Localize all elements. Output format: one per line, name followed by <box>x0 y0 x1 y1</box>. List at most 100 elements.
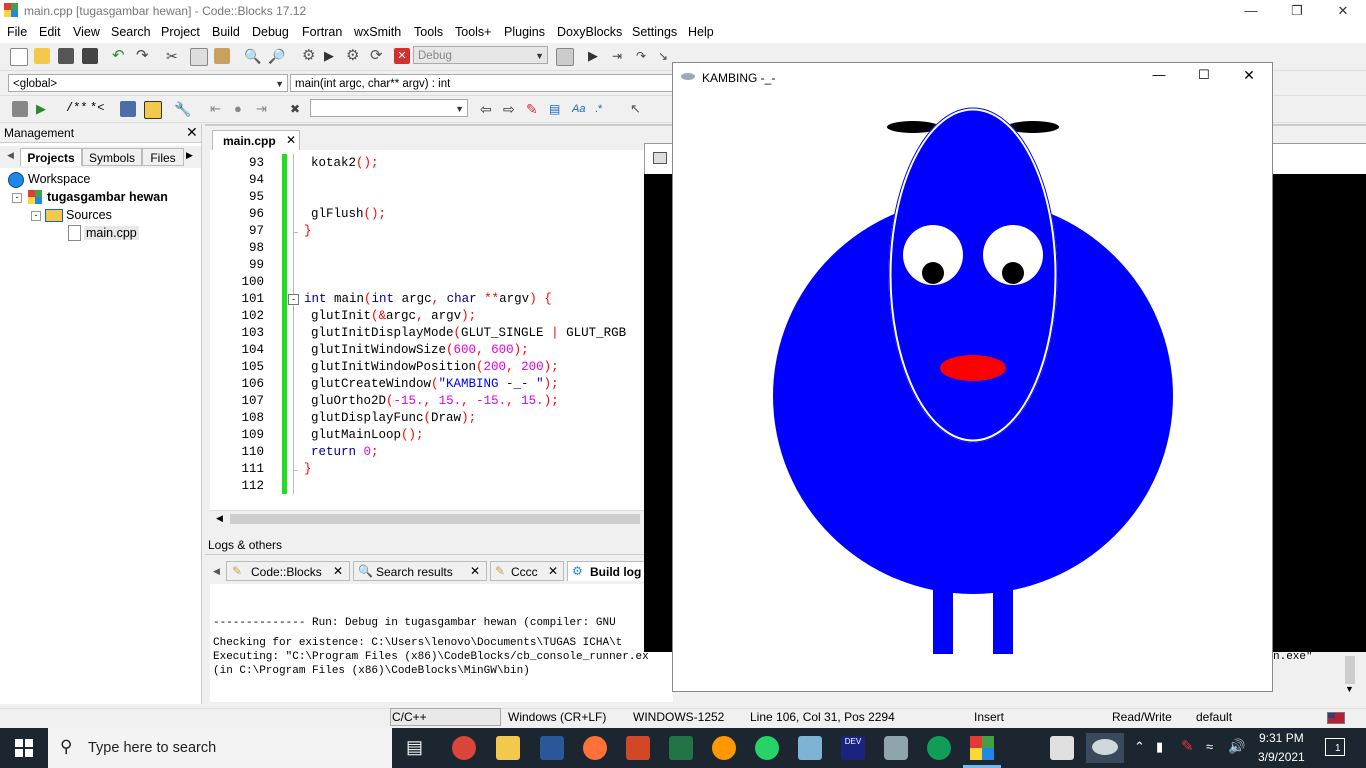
notepad-icon[interactable] <box>798 736 822 760</box>
block-comment-button[interactable]: /** <box>66 101 88 115</box>
menu-settings[interactable]: Settings <box>632 25 677 39</box>
taskbar-search-box[interactable]: ⚲ Type here to search <box>48 728 392 768</box>
tab-scroll-right-icon[interactable]: ▶ <box>186 150 193 161</box>
jump-forward-icon[interactable]: ⇥ <box>256 101 272 117</box>
scroll-thumb[interactable] <box>1345 656 1355 684</box>
minimize-button[interactable]: — <box>1228 0 1274 22</box>
restore-button[interactable]: ❐ <box>1274 0 1320 22</box>
scroll-thumb[interactable] <box>230 514 640 524</box>
code-line[interactable]: glutInitDisplayMode(GLUT_SINGLE | GLUT_R… <box>311 326 626 340</box>
chm-help-icon[interactable] <box>144 101 162 119</box>
rebuild-icon[interactable]: ⟳ <box>370 48 386 64</box>
code-line[interactable]: gluOrtho2D(-15., 15., -15., 15.); <box>311 394 559 408</box>
menu-project[interactable]: Project <box>161 25 200 39</box>
save-all-icon[interactable] <box>82 48 98 64</box>
log-tab-search-results[interactable]: 🔍 Search results ✕ <box>353 561 487 581</box>
menu-tools[interactable]: Tools <box>414 25 443 39</box>
debug-start-icon[interactable]: ▶ <box>588 48 604 64</box>
wrench-icon[interactable]: 🔧 <box>174 101 191 117</box>
tree-project[interactable]: tugasgambar hewan <box>47 190 168 204</box>
menu-tools-plus[interactable]: Tools+ <box>455 25 491 39</box>
build-run-icon[interactable]: ⚙ <box>346 48 362 64</box>
code-line[interactable]: int main(int argc, char **argv) { <box>304 292 552 306</box>
run-to-cursor-icon[interactable]: ⇥ <box>612 48 628 64</box>
fold-collapse-icon[interactable]: - <box>288 294 299 305</box>
build-gear-icon[interactable]: ⚙ <box>302 48 318 64</box>
incremental-search-input[interactable]: ▼ <box>310 99 468 117</box>
clear-search-icon[interactable]: ✖ <box>290 101 306 117</box>
menu-plugins[interactable]: Plugins <box>504 25 545 39</box>
selected-text-icon[interactable]: ▤ <box>549 101 565 117</box>
windows-start-icon[interactable] <box>15 739 33 757</box>
tab-scroll-left-icon[interactable]: ◀ <box>7 150 14 161</box>
function-select[interactable]: main(int argc, char** argv) : int <box>290 74 690 92</box>
code-line[interactable]: return 0; <box>311 445 379 459</box>
find-icon[interactable]: 🔍 <box>244 48 261 64</box>
doxywizard-icon[interactable] <box>12 101 28 117</box>
save-icon[interactable] <box>58 48 74 64</box>
code-line[interactable]: } <box>304 224 312 238</box>
match-case-icon[interactable]: Aa <box>572 101 588 117</box>
run-icon[interactable]: ▶ <box>324 48 340 64</box>
build-target-select[interactable]: Debug ▼ <box>413 46 548 64</box>
code-line[interactable]: glutInit(&argc, argv); <box>311 309 476 323</box>
new-file-icon[interactable] <box>10 48 28 66</box>
jump-back-icon[interactable]: ⇤ <box>210 101 226 117</box>
wifi-icon[interactable]: ≈ <box>1206 739 1213 754</box>
word-icon[interactable] <box>540 736 564 760</box>
whatsapp-icon[interactable] <box>755 736 779 760</box>
log-tab-cccc[interactable]: ✎ Cccc ✕ <box>490 561 564 581</box>
chrome-icon[interactable] <box>452 736 476 760</box>
firefox-icon[interactable] <box>583 736 607 760</box>
clock-time[interactable]: 9:31 PM <box>1259 731 1304 745</box>
line-comment-button[interactable]: *< <box>90 101 104 115</box>
menu-file[interactable]: File <box>7 25 27 39</box>
code-line[interactable]: glutCreateWindow("KAMBING -_- "); <box>311 377 559 391</box>
code-line[interactable]: glFlush(); <box>311 207 386 221</box>
bookmark-icon[interactable]: ● <box>234 101 250 117</box>
dev-cpp-icon[interactable]: DEV <box>841 736 865 760</box>
camera-icon[interactable] <box>884 736 908 760</box>
regex-icon[interactable]: .* <box>595 101 611 117</box>
menu-build[interactable]: Build <box>212 25 240 39</box>
close-icon[interactable]: ✕ <box>470 564 480 578</box>
html-docs-icon[interactable] <box>120 101 136 117</box>
antivirus-icon[interactable]: ✎ <box>1181 737 1194 755</box>
glut-taskbar-button[interactable] <box>1086 733 1124 763</box>
paste-icon[interactable] <box>214 48 230 64</box>
clock-date[interactable]: 3/9/2021 <box>1258 750 1305 764</box>
cut-icon[interactable]: ✂ <box>166 48 182 64</box>
scroll-down-icon[interactable]: ▼ <box>1345 684 1354 694</box>
editor-horizontal-scrollbar[interactable]: ◀ <box>210 510 646 527</box>
menu-help[interactable]: Help <box>688 25 714 39</box>
task-view-icon[interactable]: ▤ <box>406 737 423 758</box>
file-explorer-icon[interactable] <box>496 736 520 760</box>
close-icon[interactable]: ✕ <box>333 564 343 578</box>
editor-tab-main[interactable]: main.cpp ✕ <box>212 130 300 150</box>
next-line-icon[interactable]: ↷ <box>636 48 652 64</box>
console-taskbar-icon[interactable] <box>1050 736 1074 760</box>
collapse-icon[interactable]: - <box>31 211 41 221</box>
menu-fortran[interactable]: Fortran <box>302 25 342 39</box>
tree-folder-sources[interactable]: Sources <box>66 208 112 222</box>
volume-icon[interactable]: 🔊 <box>1228 738 1245 755</box>
log-tab-codeblocks[interactable]: ✎ Code::Blocks ✕ <box>226 561 350 581</box>
close-button[interactable]: ✕ <box>1227 67 1271 89</box>
tab-scroll-left-icon[interactable]: ◀ <box>213 566 220 577</box>
code-line[interactable]: } <box>304 462 312 476</box>
codeblocks-taskbar-icon[interactable] <box>970 736 994 760</box>
glut-window[interactable]: KAMBING -_- — ☐ ✕ <box>672 62 1273 692</box>
maximize-button[interactable]: ☐ <box>1182 67 1226 89</box>
open-folder-icon[interactable] <box>34 48 50 64</box>
close-icon[interactable]: ✕ <box>286 133 296 147</box>
edge-icon[interactable] <box>927 736 951 760</box>
log-tab-build-log[interactable]: ⚙ Build log <box>567 561 647 581</box>
tab-symbols[interactable]: Symbols <box>82 148 142 166</box>
menu-wxsmith[interactable]: wxSmith <box>354 25 401 39</box>
code-line[interactable]: glutMainLoop(); <box>311 428 424 442</box>
tray-chevron-icon[interactable]: ⌃ <box>1134 739 1145 755</box>
tab-projects[interactable]: Projects <box>20 148 82 166</box>
build-options-icon[interactable] <box>556 48 574 66</box>
code-line[interactable]: glutDisplayFunc(Draw); <box>311 411 476 425</box>
tree-file-main[interactable]: main.cpp <box>84 226 139 240</box>
